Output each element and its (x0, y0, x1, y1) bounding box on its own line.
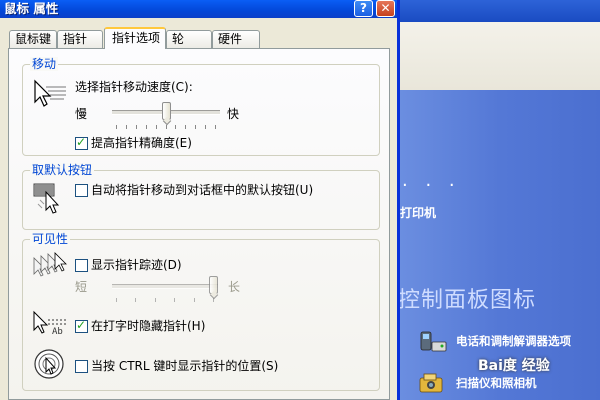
trails-long-label: 长 (228, 280, 241, 294)
control-panel-titlebar (400, 0, 600, 22)
trails-short-label: 短 (75, 280, 88, 294)
trails-slider-thumb[interactable] (209, 276, 218, 294)
tab-buttons[interactable]: 鼠标键 (9, 30, 57, 48)
pointer-speed-icon (32, 78, 68, 115)
tab-wheel[interactable]: 轮 (166, 30, 212, 48)
speed-label: 选择指针移动速度(C): (75, 80, 193, 94)
control-panel-toolbar-area (400, 22, 600, 90)
slider-tick (185, 125, 187, 129)
snap-to-default-icon (32, 180, 68, 219)
snap-to-groupbox (22, 170, 380, 230)
scanner-camera-icon (418, 370, 448, 396)
tab-hardware[interactable]: 硬件 (212, 30, 260, 48)
pointer-trails-label[interactable]: 显示指针踪迹(D) (91, 258, 182, 272)
slider-tick (155, 125, 157, 129)
slider-tick (195, 125, 197, 129)
slow-label: 慢 (75, 107, 88, 121)
phone-modem-options-item[interactable]: 电话和调制解调器选项 (418, 328, 598, 354)
slider-tick (174, 298, 176, 302)
control-panel-heading: 控制面板图标 (398, 288, 537, 313)
hide-while-typing-icon: Ab (32, 310, 70, 339)
trails-slider-ticks (112, 298, 218, 302)
slider-tick (165, 125, 167, 129)
dialog-title: 鼠标 属性 (4, 1, 59, 16)
hide-while-typing-checkbox[interactable] (75, 318, 88, 333)
scanners-cameras-label: 扫描仪和照相机 (456, 376, 537, 390)
slider-tick (116, 298, 117, 302)
speed-slider-thumb[interactable] (161, 102, 171, 120)
fast-label: 快 (227, 107, 240, 121)
precision-label[interactable]: 提高指针精确度(E) (91, 136, 192, 150)
show-location-icon (33, 348, 65, 383)
help-button[interactable]: ? (354, 0, 373, 17)
slider-tick (135, 298, 137, 302)
slider-tick (205, 125, 207, 129)
slider-tick (135, 125, 137, 129)
slider-tick (215, 125, 216, 129)
slider-tick (193, 298, 195, 302)
svg-text:Ab: Ab (52, 327, 63, 336)
slider-tick (213, 298, 214, 302)
hide-while-typing-label[interactable]: 在打字时隐藏指针(H) (91, 319, 205, 333)
close-button[interactable]: ✕ (376, 0, 395, 17)
show-location-checkbox[interactable] (75, 360, 88, 373)
dialog-titlebar[interactable]: 鼠标 属性 ? ✕ (0, 0, 397, 18)
speed-slider-ticks (112, 125, 220, 129)
slider-tick (125, 125, 127, 129)
snap-to-group-title: 取默认按钮 (30, 163, 95, 177)
show-location-label[interactable]: 当按 CTRL 键时显示指针的位置(S) (91, 359, 278, 373)
task-pane-ellipsis: . . . (402, 170, 461, 191)
tab-pointers[interactable]: 指针 (57, 30, 103, 48)
precision-checkbox[interactable] (75, 135, 88, 150)
phone-modem-icon (418, 328, 448, 354)
snap-to-checkbox[interactable] (75, 184, 88, 197)
baidu-jingyan-watermark: Bai度 经验 (478, 358, 550, 374)
slider-tick (145, 125, 147, 129)
visibility-group-title: 可见性 (30, 232, 71, 246)
tab-pointer-options[interactable]: 指针选项 (104, 27, 166, 49)
slider-tick (154, 298, 156, 302)
mouse-properties-dialog: 鼠标 属性 ? ✕ 鼠标键 指针 指针选项 轮 硬件 移动 选择指针移动速度(C… (0, 0, 400, 400)
snap-to-label[interactable]: 自动将指针移动到对话框中的默认按钮(U) (91, 183, 313, 197)
pointer-trails-icon (32, 252, 70, 281)
slider-tick (175, 125, 177, 129)
trails-slider-track[interactable] (112, 284, 218, 289)
printer-link[interactable]: 打印机 (400, 204, 436, 221)
slider-tick (116, 125, 117, 129)
pointer-trails-checkbox[interactable] (75, 259, 88, 272)
motion-group-title: 移动 (30, 57, 59, 71)
phone-modem-label: 电话和调制解调器选项 (456, 334, 571, 348)
